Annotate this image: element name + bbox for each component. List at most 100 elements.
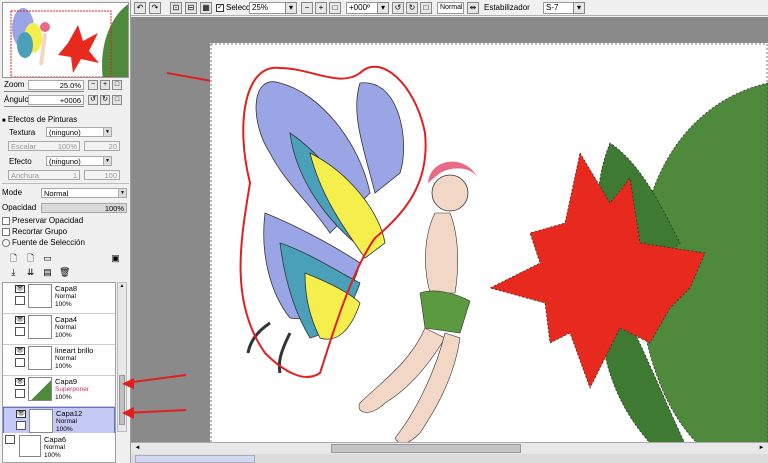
scroll-thumb[interactable] [331,444,521,453]
zoom-fit-icon[interactable]: □ [329,2,341,14]
divider [2,183,129,184]
selection-source-label: Fuente de Selección [12,238,85,247]
status-bar [131,454,768,463]
layer-name: lineart brillo [55,346,94,355]
layer-thumbnail [28,284,52,308]
visibility-eye-icon[interactable]: 👁 [15,378,25,386]
drawing-canvas[interactable] [210,43,768,454]
zoom-out-icon[interactable]: − [88,80,98,90]
clip-group-row[interactable]: Recortar Grupo [2,227,127,237]
layer-opacity: 100% [55,363,72,370]
rotate-reset-icon[interactable]: □ [112,95,122,105]
layer-name: Capa6 [44,435,67,444]
chevron-down-icon[interactable]: ▾ [377,2,389,14]
zoom-in-icon[interactable]: + [315,2,327,14]
lock-toggle[interactable] [15,296,25,305]
brush-lock-icon[interactable] [16,421,26,430]
invert-selection-icon[interactable]: ⊟ [185,2,197,14]
angle-label: Ángulo [4,95,29,104]
effect-select[interactable]: (ninguno) ▼ [46,156,112,166]
chevron-down-icon[interactable]: ▾ [573,2,585,14]
preserve-opacity-row[interactable]: Preservar Opacidad [2,216,127,226]
layer-item[interactable]: 👁 Capa8 Normal 100% [3,283,115,314]
layer-item[interactable]: 👁 Capa9 Superponer 100% [3,376,115,407]
rotate-reset-icon[interactable]: □ [420,2,432,14]
delete-layer-icon[interactable]: 🗑 [59,267,70,278]
clip-group-label: Recortar Grupo [12,227,68,236]
zoom-slider[interactable] [4,91,84,94]
scroll-left-icon[interactable]: ◄ [133,444,142,453]
lock-toggle[interactable] [15,389,25,398]
navigator-thumbnail [3,3,128,77]
angle-slider[interactable] [4,106,84,109]
artwork [210,43,768,454]
layer-item[interactable]: 👁 lineart brillo Normal 100% [3,345,115,376]
angle-field[interactable]: +0006 [28,95,84,105]
opacity-slider[interactable]: 100% [41,203,127,213]
visibility-eye-icon[interactable]: 👁 [15,316,25,324]
blend-mode-value: Normal [44,189,69,198]
selection-source-radio[interactable] [2,238,10,247]
preserve-opacity-checkbox[interactable] [2,216,10,225]
layer-list-scrollbar[interactable]: ▲ [117,282,127,432]
zoom-label: Zoom [4,80,25,89]
layer-opacity: 100% [55,332,72,339]
navigator-preview[interactable] [2,2,129,78]
layer-opacity: 100% [55,301,72,308]
zoom-field[interactable]: 25.0% [28,80,84,90]
texture-select[interactable]: (ninguno) ▼ [46,127,112,137]
horizontal-scrollbar[interactable]: ◄ ► [131,442,768,454]
left-panel: Zoom 25.0% − + □ Ángulo +0006 ↺ ↻ □ ■ Ef… [0,0,131,463]
layer-mode: Superponer [55,386,89,393]
rotate-left-icon[interactable]: ↺ [88,95,98,105]
selection-source-row[interactable]: Fuente de Selección [2,238,127,248]
merge-down-icon[interactable]: ⇊ [25,267,36,278]
visibility-eye-icon[interactable]: 👁 [15,285,25,293]
scroll-thumb[interactable] [119,375,125,425]
zoom-in-icon[interactable]: + [100,80,110,90]
layer-thumbnail [28,346,52,370]
flip-horizontal-icon[interactable]: ⇹ [467,2,479,14]
zoom-reset-icon[interactable]: □ [112,80,122,90]
effects-header[interactable]: ■ Efectos de Pinturas [2,115,129,125]
effect-width-label: Anchura [11,171,39,180]
layer-item[interactable]: Capa6 Normal 100% [3,433,115,462]
lock-toggle[interactable] [15,327,25,336]
clip-group-checkbox[interactable] [2,227,10,236]
transfer-down-icon[interactable]: ⤓ [8,267,19,278]
scroll-right-icon[interactable]: ► [757,444,766,453]
canvas-workspace[interactable] [131,17,768,454]
visibility-eye-icon[interactable]: 👁 [15,347,25,355]
new-folder-icon[interactable]: ▭ [42,253,53,264]
blend-mode-select[interactable]: Normal ▼ [41,188,127,198]
scroll-up-icon[interactable]: ▲ [118,283,126,291]
selection-checkbox[interactable]: ✓ [216,3,224,12]
visibility-toggle[interactable] [5,435,15,444]
visibility-eye-icon[interactable]: 👁 [16,410,26,418]
new-layer-icon[interactable]: 🗋 [8,253,19,264]
redo-icon[interactable]: ↷ [149,2,161,14]
layer-name: Capa4 [55,315,78,324]
layer-name: Capa9 [55,377,78,386]
deselect-icon[interactable]: ⊡ [170,2,182,14]
lock-toggle[interactable] [15,358,25,367]
layer-mode: Normal [55,293,76,300]
rotate-right-icon[interactable]: ↻ [406,2,418,14]
view-mode-select[interactable]: Normal [437,2,464,14]
rotate-right-icon[interactable]: ↻ [100,95,110,105]
clear-layer-icon[interactable]: ▤ [42,267,53,278]
layer-mode: Normal [44,444,65,451]
new-linework-layer-icon[interactable]: 🗋 [25,253,36,264]
layer-panel-menu-icon[interactable]: ▣ [110,253,121,264]
zoom-out-icon[interactable]: − [301,2,313,14]
texture-select-value: (ninguno) [49,128,81,137]
rotate-left-icon[interactable]: ↺ [392,2,404,14]
document-tab[interactable] [135,455,255,463]
effect-width-value: 1 [72,171,77,180]
layer-list: 👁 Capa8 Normal 100% 👁 Capa4 Normal 100% … [2,282,116,463]
chevron-down-icon[interactable]: ▾ [285,2,297,14]
layer-mode: Normal [55,324,76,331]
undo-icon[interactable]: ↶ [134,2,146,14]
layer-item[interactable]: 👁 Capa4 Normal 100% [3,314,115,345]
effect-select-value: (ninguno) [49,157,81,166]
